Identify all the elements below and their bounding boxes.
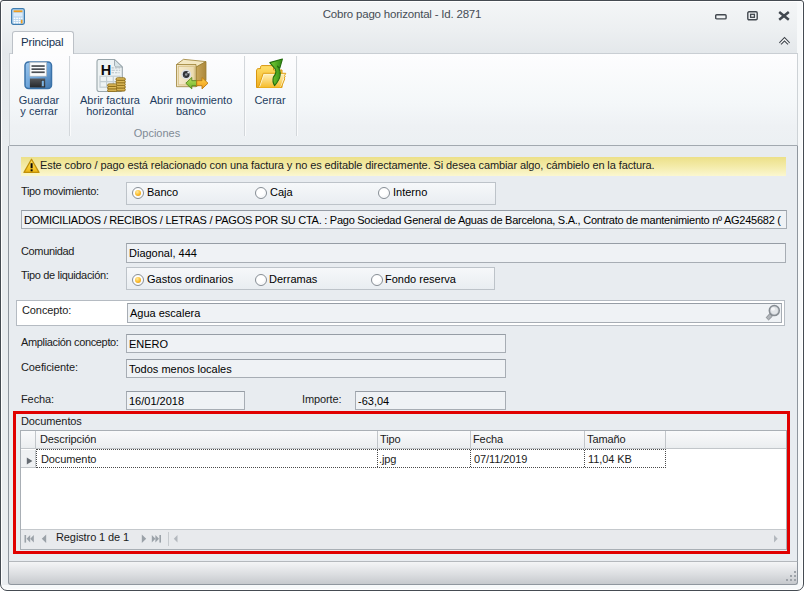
svg-text:H: H [101, 62, 111, 78]
